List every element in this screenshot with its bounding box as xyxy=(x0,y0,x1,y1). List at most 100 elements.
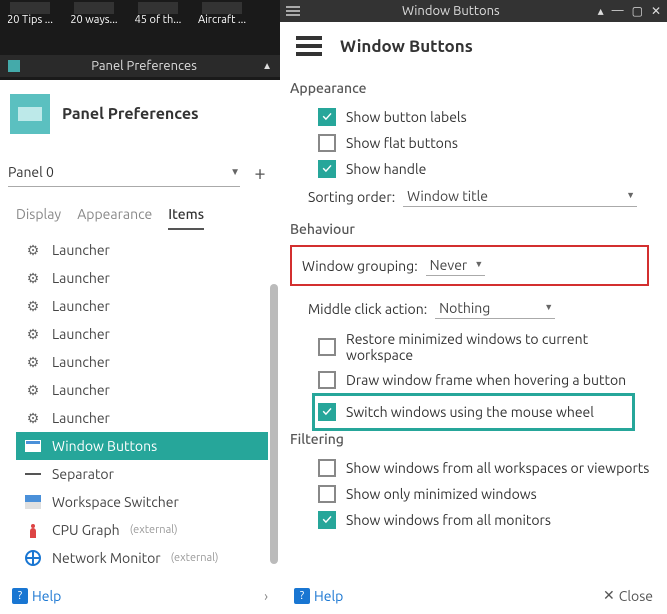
behaviour-section: Behaviour xyxy=(290,221,657,237)
item-label: Launcher xyxy=(52,326,110,342)
close-icon: ✕ xyxy=(603,587,615,604)
scrollbar[interactable] xyxy=(270,284,278,564)
list-item[interactable]: ⚙ Launcher xyxy=(20,320,280,348)
help-icon: ? xyxy=(12,588,28,604)
page-title: Panel Preferences xyxy=(62,105,199,123)
list-item[interactable]: Workspace Switcher xyxy=(20,488,280,516)
list-item[interactable]: ⚙Notification Area(external) xyxy=(20,572,280,578)
add-panel-button[interactable]: + xyxy=(244,156,276,188)
workspace-icon xyxy=(24,493,42,511)
show-flat-label: Show flat buttons xyxy=(346,135,458,151)
panel-icon xyxy=(10,94,50,134)
appearance-section: Appearance xyxy=(290,80,657,96)
tab-items[interactable]: Items xyxy=(168,202,204,230)
item-label: Launcher xyxy=(52,242,110,258)
titlebar[interactable]: Window Buttons ▴ — ▢ ✕ xyxy=(280,0,667,22)
list-item[interactable]: ⚙ Launcher xyxy=(20,264,280,292)
close-window-button[interactable]: ✕ xyxy=(651,4,661,18)
draw-frame-checkbox[interactable] xyxy=(318,371,336,389)
gear-icon: ⚙ xyxy=(24,577,42,578)
panel-select[interactable]: Panel 0 ▼ xyxy=(8,158,240,187)
close-button[interactable]: ✕ Close xyxy=(603,587,653,604)
show-flat-checkbox[interactable] xyxy=(318,134,336,152)
gear-icon: ⚙ xyxy=(24,241,42,259)
item-label: Network Monitor xyxy=(52,550,161,566)
panel-prefs-header: Panel Preferences xyxy=(0,80,280,148)
close-button-hidden[interactable]: › xyxy=(264,588,268,604)
window-grouping-row: Window grouping: Never▼ xyxy=(290,245,649,286)
sorting-order-label: Sorting order: xyxy=(308,189,395,205)
tab-display[interactable]: Display xyxy=(16,202,61,230)
item-label: Launcher xyxy=(52,298,110,314)
list-item[interactable]: ⚙ Launcher xyxy=(20,404,280,432)
list-item[interactable]: Network Monitor(external) xyxy=(20,544,280,572)
network-icon xyxy=(24,549,42,567)
filtering-section: Filtering xyxy=(290,431,657,447)
only-minimized-label: Show only minimized windows xyxy=(346,486,537,502)
sorting-order-select[interactable]: Window title▼ xyxy=(403,186,637,207)
all-workspaces-label: Show windows from all workspaces or view… xyxy=(346,460,649,476)
shade-button[interactable]: ▴ xyxy=(598,4,604,18)
list-item[interactable]: CPU Graph(external) xyxy=(20,516,280,544)
panel-prefs-shade-titlebar[interactable]: Panel Preferences ▲ xyxy=(0,55,280,77)
minimize-button[interactable]: — xyxy=(612,4,624,18)
gear-icon: ⚙ xyxy=(24,269,42,287)
help-button[interactable]: ? Help xyxy=(294,587,343,604)
menu-icon[interactable] xyxy=(286,6,300,16)
mouse-wheel-checkbox[interactable] xyxy=(318,403,336,421)
list-item[interactable]: Separator xyxy=(20,460,280,488)
list-item[interactable]: ⚙ Launcher xyxy=(20,292,280,320)
show-handle-checkbox[interactable] xyxy=(318,160,336,178)
middle-click-select[interactable]: Nothing▼ xyxy=(435,298,555,319)
item-label: Launcher xyxy=(52,354,110,370)
chevron-down-icon: ▼ xyxy=(626,190,635,200)
window-grouping-label: Window grouping: xyxy=(302,258,418,274)
show-labels-checkbox[interactable] xyxy=(318,108,336,126)
item-label: Launcher xyxy=(52,382,110,398)
chevron-down-icon: ▼ xyxy=(474,259,483,269)
all-monitors-label: Show windows from all monitors xyxy=(346,512,551,528)
draw-frame-label: Draw window frame when hovering a button xyxy=(346,372,626,388)
items-list[interactable]: ⚙ Launcher ⚙ Launcher ⚙ Launcher ⚙ Launcher ⚙ Lau… xyxy=(0,230,280,578)
list-item[interactable]: ⚙ Launcher xyxy=(20,376,280,404)
hamburger-icon xyxy=(296,36,322,56)
help-button[interactable]: ? Help xyxy=(12,588,61,604)
mouse-wheel-label: Switch windows using the mouse wheel xyxy=(346,404,594,420)
gear-icon: ⚙ xyxy=(24,381,42,399)
item-label: Window Buttons xyxy=(52,438,157,454)
list-item[interactable]: ⚙ Launcher xyxy=(20,348,280,376)
show-labels-label: Show button labels xyxy=(346,109,467,125)
only-minimized-checkbox[interactable] xyxy=(318,485,336,503)
desktop-shortcut[interactable]: 20 ways... xyxy=(64,2,124,45)
tabs: Display Appearance Items xyxy=(0,196,280,230)
item-label: Launcher xyxy=(52,410,110,426)
desktop-shortcut[interactable]: 20 Tips ... xyxy=(0,2,60,45)
all-monitors-checkbox[interactable] xyxy=(318,511,336,529)
desktop-shortcut[interactable]: 45 of th... xyxy=(128,2,188,45)
window-title: Window Buttons xyxy=(304,4,598,18)
chevron-up-icon[interactable]: ▲ xyxy=(262,60,272,72)
window-buttons-icon xyxy=(24,437,42,455)
tab-appearance[interactable]: Appearance xyxy=(77,202,152,230)
desktop-shortcut[interactable]: Aircraft ... xyxy=(192,2,252,45)
middle-click-label: Middle click action: xyxy=(308,301,427,317)
all-workspaces-checkbox[interactable] xyxy=(318,459,336,477)
show-handle-label: Show handle xyxy=(346,161,426,177)
window-grouping-select[interactable]: Never▼ xyxy=(426,255,486,276)
gear-icon: ⚙ xyxy=(24,325,42,343)
list-item[interactable]: Window Buttons xyxy=(16,432,268,460)
window-title: Panel Preferences xyxy=(26,59,262,73)
gear-icon: ⚙ xyxy=(24,353,42,371)
cpu-icon xyxy=(24,521,42,539)
gear-icon: ⚙ xyxy=(24,409,42,427)
gear-icon: ⚙ xyxy=(24,297,42,315)
item-label: CPU Graph xyxy=(52,522,120,538)
maximize-button[interactable]: ▢ xyxy=(632,4,643,18)
separator-icon xyxy=(24,465,42,483)
restore-minimized-checkbox[interactable] xyxy=(318,338,336,356)
item-label: Launcher xyxy=(52,270,110,286)
restore-minimized-label: Restore minimized windows to current wor… xyxy=(346,331,657,363)
chevron-down-icon: ▼ xyxy=(544,302,553,312)
item-label: Separator xyxy=(52,466,114,482)
list-item[interactable]: ⚙ Launcher xyxy=(20,236,280,264)
